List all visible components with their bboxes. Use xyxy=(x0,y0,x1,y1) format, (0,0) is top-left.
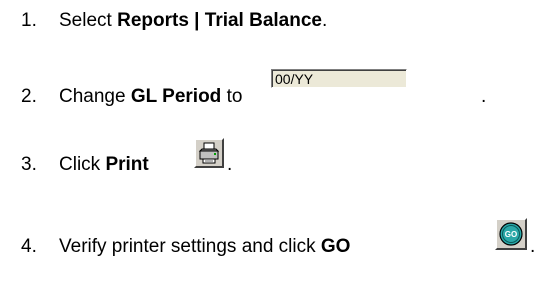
step-text-end: . xyxy=(321,10,328,31)
field-name: GL Period xyxy=(130,86,222,107)
button-name: Print xyxy=(105,154,149,175)
button-name: GO xyxy=(320,236,351,257)
step-text: Change xyxy=(59,86,131,107)
step-2: 2. Change GL Period to xyxy=(21,86,242,108)
step-number: 2. xyxy=(21,86,37,107)
step-number: 1. xyxy=(21,10,37,31)
step-1: 1. Select Reports | Trial Balance. xyxy=(21,10,327,32)
go-icon: GO xyxy=(499,222,523,246)
step-3: 3. Click Print xyxy=(21,154,149,176)
step-number: 3. xyxy=(21,154,37,175)
step-text-end: to xyxy=(221,86,243,107)
step-text: Click xyxy=(59,154,106,175)
print-button xyxy=(194,138,224,168)
menu-path: Reports | Trial Balance xyxy=(117,10,322,31)
printer-icon xyxy=(198,142,220,164)
step-3-trailing: . xyxy=(227,154,233,175)
gl-period-field: 00/YY xyxy=(271,69,407,88)
step-text: Verify printer settings and click xyxy=(59,236,321,257)
step-2-trailing: . xyxy=(481,86,487,107)
go-icon-label: GO xyxy=(505,230,517,239)
step-4: 4. Verify printer settings and click GO xyxy=(21,236,350,258)
step-text: Select xyxy=(59,10,118,31)
go-button: GO xyxy=(495,218,527,250)
step-number: 4. xyxy=(21,236,37,257)
step-4-trailing: . xyxy=(530,236,536,257)
